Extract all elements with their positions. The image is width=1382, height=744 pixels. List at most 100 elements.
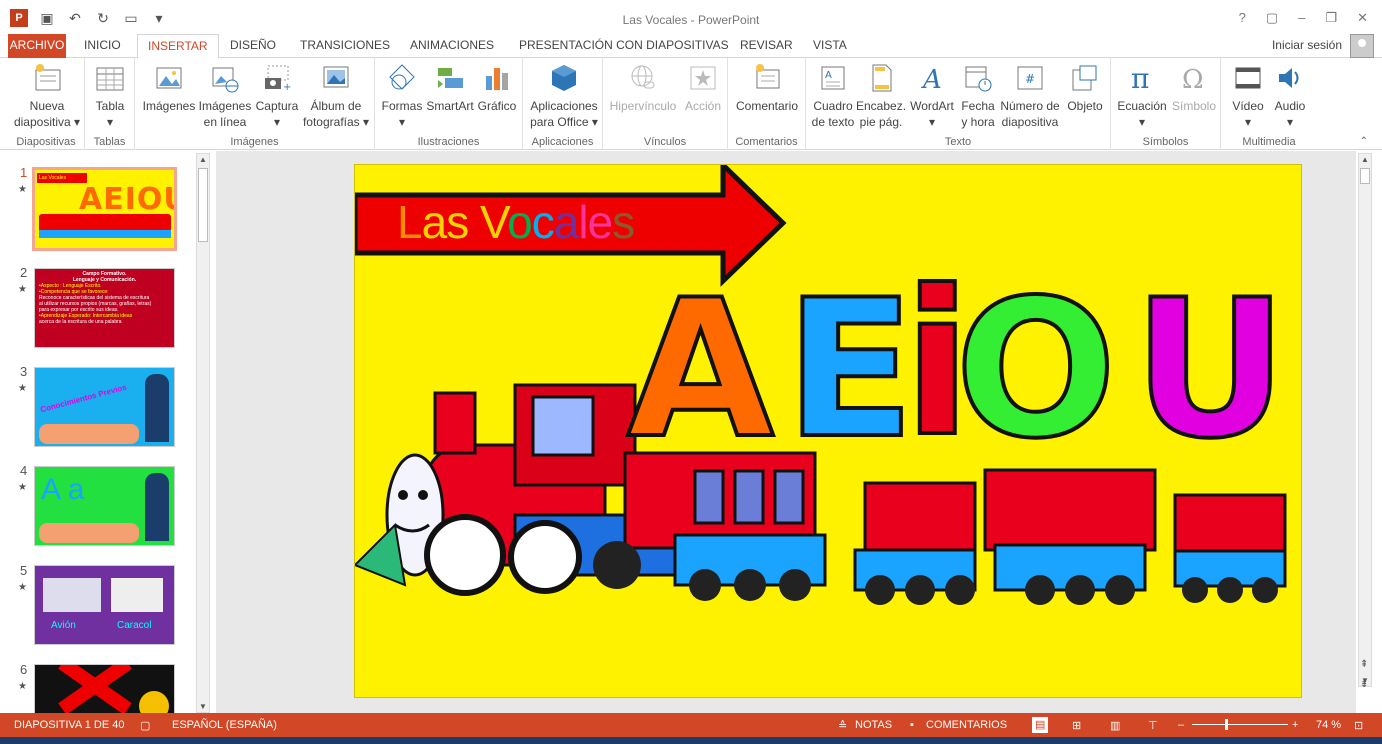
zoom-in-button[interactable]: + [1292, 719, 1298, 731]
prev-next-slide-controls[interactable]: ⇞ ⇟ [1360, 655, 1368, 695]
slide-1[interactable]: Las Vocales A E i O U [354, 164, 1302, 698]
title-letter: a [421, 196, 448, 248]
tab-diseno[interactable]: DISEÑO [220, 34, 286, 58]
zoom-slider[interactable] [1192, 724, 1288, 725]
scroll-up-icon[interactable]: ▲ [197, 155, 209, 164]
scroll-up-icon[interactable]: ▲ [1359, 155, 1371, 164]
help-icon[interactable]: ? [1239, 10, 1246, 26]
action-button[interactable]: Acción [681, 62, 725, 114]
symbol-button[interactable]: Ω Símbolo [1169, 62, 1219, 114]
slide-title[interactable]: Las Vocales [397, 195, 635, 249]
zoom-slider-thumb[interactable] [1225, 719, 1228, 730]
equation-button[interactable]: π Ecuación ▾ [1115, 62, 1169, 130]
thumb-airplane [43, 578, 101, 612]
scroll-down-icon[interactable]: ▼ [197, 702, 209, 711]
notes-button[interactable]: NOTAS [855, 719, 892, 731]
slideshow-icon[interactable]: ⊤ [1148, 719, 1158, 732]
tab-insertar[interactable]: INSERTAR [137, 34, 219, 59]
normal-view-icon[interactable]: ▤ [1032, 717, 1049, 733]
speaker-icon [1279, 68, 1299, 88]
screenshot-button[interactable]: + Captura ▾ [253, 62, 301, 130]
chart-button[interactable]: Gráfico [475, 62, 519, 114]
svg-text:π: π [1131, 62, 1149, 94]
tab-presentacion[interactable]: PRESENTACIÓN CON DIAPOSITIVAS [509, 34, 739, 58]
smartart-button[interactable]: SmartArt [425, 62, 475, 114]
slide-thumbnail-4[interactable]: A a [34, 466, 175, 546]
slide-number: 5 [20, 563, 28, 578]
restore-icon[interactable]: ❐ [1325, 10, 1337, 26]
vowel-o[interactable]: O [953, 273, 1119, 467]
tab-vista[interactable]: VISTA [803, 34, 857, 58]
tab-revisar[interactable]: REVISAR [730, 34, 803, 58]
wordart-button[interactable]: A WordArt ▾ [906, 62, 958, 130]
slide-thumbnail-1[interactable]: Las Vocales AEIOU [32, 167, 177, 251]
zoom-out-button[interactable]: – [1178, 719, 1184, 731]
photo-album-button[interactable]: Álbum de fotografías ▾ [301, 62, 371, 130]
tab-animaciones[interactable]: ANIMACIONES [400, 34, 504, 58]
minimize-icon[interactable]: – [1298, 10, 1305, 26]
sign-in-link[interactable]: Iniciar sesión [1272, 38, 1342, 52]
ribbon: Nueva diapositiva ▾ Diapositivas Tabla ▾… [0, 58, 1382, 150]
avatar[interactable] [1350, 34, 1374, 58]
office-apps-button[interactable]: Aplicaciones para Office ▾ [527, 62, 601, 130]
animation-star-icon: ★ [18, 284, 27, 295]
close-icon[interactable]: ✕ [1357, 10, 1368, 26]
date-time-button[interactable]: Fecha y hora [958, 62, 998, 130]
slide-number-button[interactable]: # Número de diapositiva [998, 62, 1062, 130]
shapes-button[interactable]: Formas ▾ [379, 62, 425, 130]
slide-thumbnail-6[interactable] [34, 664, 175, 714]
reading-view-icon[interactable]: ▥ [1110, 719, 1120, 732]
group-imagenes: Imágenes Imágenes en línea + Captura ▾ Á… [135, 58, 375, 150]
slide-thumbnail-5[interactable]: Avión Caracol [34, 565, 175, 645]
slide-sorter-icon[interactable]: ⊞ [1072, 719, 1081, 732]
slide-number: 1 [20, 165, 28, 180]
previous-slide-icon[interactable]: ⇞ [1360, 655, 1368, 675]
title-letter: a [553, 196, 580, 248]
scroll-thumb[interactable] [1360, 168, 1370, 184]
scroll-thumb[interactable] [198, 168, 208, 242]
zoom-level[interactable]: 74 % [1316, 719, 1341, 731]
hyperlink-button[interactable]: Hipervínculo [607, 62, 679, 114]
object-button[interactable]: Objeto [1062, 62, 1108, 114]
group-multimedia: Vídeo ▾ Audio ▾ Multimedia [1221, 58, 1317, 150]
animation-star-icon: ★ [18, 681, 27, 692]
collapse-ribbon-icon[interactable]: ⌃ [1360, 136, 1368, 147]
notes-icon[interactable]: ≙ [838, 719, 847, 732]
slide-thumbnail-2[interactable]: Campo Formativo. Lenguaje y Comunicación… [34, 268, 175, 348]
wordart-icon: A [921, 65, 942, 94]
tab-transiciones[interactable]: TRANSICIONES [290, 34, 400, 58]
chart-icon [486, 68, 508, 90]
editor-scrollbar[interactable]: ▲ ▼ [1358, 153, 1372, 687]
ribbon-display-icon[interactable]: ▢ [1266, 10, 1278, 26]
vowel-u[interactable]: U [1131, 273, 1289, 467]
group-aplicaciones: Aplicaciones para Office ▾ Aplicaciones [523, 58, 603, 150]
group-ilustraciones: Formas ▾ SmartArt Gráfico Ilustraciones [375, 58, 523, 150]
next-slide-icon[interactable]: ⇟ [1360, 675, 1368, 695]
slide-number: 3 [20, 364, 28, 379]
online-images-button[interactable]: Imágenes en línea [197, 62, 253, 130]
calendar-clock-icon [965, 66, 992, 92]
tab-archivo[interactable]: ARCHIVO [8, 34, 66, 58]
vowel-a[interactable]: A [625, 273, 776, 467]
images-button[interactable]: Imágenes [141, 62, 197, 114]
header-footer-button[interactable]: Encabez. pie pág. [856, 62, 906, 130]
thumb-snail [111, 578, 163, 612]
language-indicator[interactable]: ESPAÑOL (ESPAÑA) [172, 719, 277, 731]
textbox-button[interactable]: A Cuadro de texto [810, 62, 856, 130]
video-button[interactable]: Vídeo ▾ [1227, 62, 1269, 130]
comment-button[interactable]: Comentario [732, 62, 802, 114]
new-slide-button[interactable]: Nueva diapositiva ▾ [12, 62, 82, 130]
thumbnail-scrollbar[interactable]: ▲ ▼ [196, 153, 210, 713]
svg-text:A: A [921, 65, 942, 94]
comments-button[interactable]: COMENTARIOS [926, 719, 1007, 731]
slide-thumbnail-3[interactable]: Conocimientos Previos [34, 367, 175, 447]
tab-inicio[interactable]: INICIO [74, 34, 131, 58]
table-button[interactable]: Tabla ▾ [89, 62, 131, 130]
comments-icon[interactable]: ▪ [910, 719, 914, 731]
vowel-e[interactable]: E [783, 273, 917, 467]
proofing-icon[interactable]: ▢ [140, 719, 150, 732]
fit-slide-icon[interactable]: ⊡ [1354, 719, 1363, 732]
audio-button[interactable]: Audio ▾ [1269, 62, 1311, 130]
animation-star-icon: ★ [18, 582, 27, 593]
action-star-icon [690, 66, 716, 90]
